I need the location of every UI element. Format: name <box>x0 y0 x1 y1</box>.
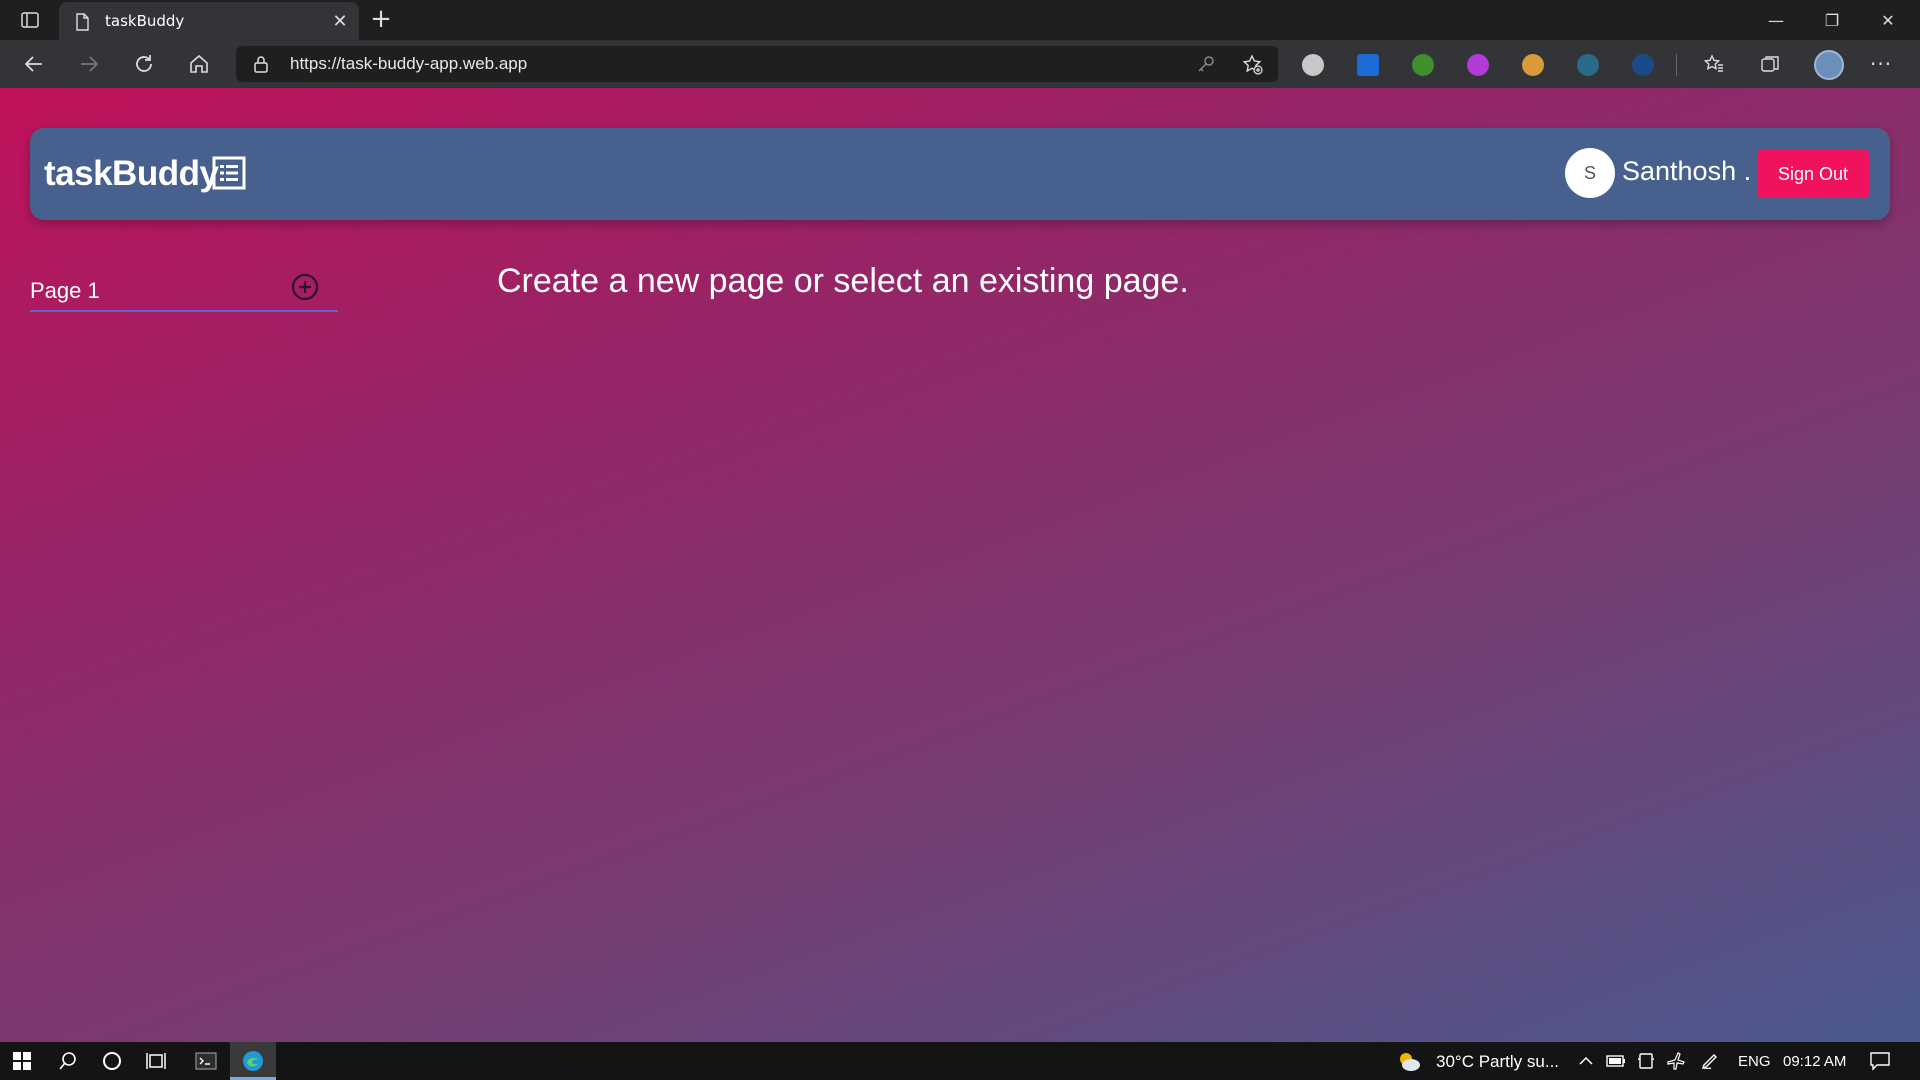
document-icon <box>76 13 89 31</box>
browser-toolbar: https://task-buddy-app.web.app ··· <box>0 40 1920 88</box>
search-icon[interactable] <box>56 1049 80 1073</box>
weather-icon[interactable] <box>1396 1049 1422 1073</box>
list-icon <box>212 156 246 190</box>
extension-4-icon[interactable] <box>1467 54 1489 76</box>
react-extension-icon[interactable] <box>1577 54 1599 76</box>
airplane-mode-icon[interactable] <box>1664 1049 1688 1073</box>
cortana-icon[interactable] <box>100 1049 124 1073</box>
weather-text[interactable]: 30°C Partly su... <box>1436 1052 1559 1072</box>
pen-icon[interactable] <box>1698 1049 1722 1073</box>
sidebar-item-label[interactable]: Page 1 <box>30 278 100 304</box>
close-tab-icon[interactable]: ✕ <box>329 10 351 32</box>
user-avatar[interactable]: S <box>1565 148 1615 198</box>
user-name: Santhosh . <box>1622 156 1752 186</box>
toolbar-divider <box>1676 54 1677 76</box>
chevron-up-icon[interactable] <box>1574 1049 1598 1073</box>
sign-out-button[interactable]: Sign Out <box>1757 150 1869 198</box>
extension-3-icon[interactable] <box>1412 54 1434 76</box>
browser-tab[interactable]: taskBuddy ✕ <box>59 2 359 40</box>
language-indicator[interactable]: ENG <box>1738 1053 1771 1070</box>
browser-tab-bar: taskBuddy ✕ + — ❐ ✕ <box>0 0 1920 40</box>
new-tab-button[interactable]: + <box>368 6 394 32</box>
key-icon[interactable] <box>1196 54 1216 74</box>
cookie-extension-icon[interactable] <box>1522 54 1544 76</box>
profile-avatar[interactable] <box>1814 50 1844 80</box>
edge-icon <box>243 1051 263 1071</box>
clock[interactable]: 09:12 AM <box>1783 1053 1846 1070</box>
more-options-icon[interactable]: ··· <box>1870 52 1892 76</box>
back-button[interactable] <box>20 50 48 78</box>
home-button[interactable] <box>185 50 213 78</box>
tab-actions-icon[interactable] <box>18 8 42 32</box>
favorites-icon[interactable] <box>1700 50 1728 78</box>
windows-taskbar: 30°C Partly su... ENG 09:12 AM <box>0 1042 1920 1080</box>
empty-state-message: Create a new page or select an existing … <box>497 262 1189 300</box>
restore-button[interactable]: ❐ <box>1804 0 1860 40</box>
battery-icon[interactable] <box>1604 1049 1628 1073</box>
minimize-button[interactable]: — <box>1748 0 1804 40</box>
notifications-icon[interactable] <box>1868 1049 1892 1073</box>
app-brand[interactable]: taskBuddy <box>44 154 219 194</box>
address-bar[interactable]: https://task-buddy-app.web.app <box>236 46 1278 82</box>
device-icon[interactable] <box>1634 1049 1658 1073</box>
add-favorite-icon[interactable] <box>1242 54 1264 76</box>
collections-icon[interactable] <box>1756 50 1784 78</box>
app-page: taskBuddy S Santhosh . Sign Out Page 1 C… <box>0 88 1920 1042</box>
windows-start-icon[interactable] <box>10 1049 34 1073</box>
check-extension-icon[interactable] <box>1632 54 1654 76</box>
url-text[interactable]: https://task-buddy-app.web.app <box>290 54 527 74</box>
forward-button[interactable] <box>75 50 103 78</box>
close-window-button[interactable]: ✕ <box>1860 0 1916 40</box>
terminal-icon[interactable] <box>194 1049 218 1073</box>
app-navbar: taskBuddy S Santhosh . Sign Out <box>30 128 1890 220</box>
add-page-icon[interactable] <box>290 272 320 302</box>
lock-icon[interactable] <box>252 55 270 73</box>
tab-title: taskBuddy <box>105 12 185 30</box>
edge-taskbar-button[interactable] <box>230 1042 276 1080</box>
sidebar-item-page-1[interactable]: Page 1 <box>30 270 338 312</box>
refresh-button[interactable] <box>130 50 158 78</box>
extension-1-icon[interactable] <box>1302 54 1324 76</box>
task-view-icon[interactable] <box>144 1049 168 1073</box>
extension-2-icon[interactable] <box>1357 54 1379 76</box>
